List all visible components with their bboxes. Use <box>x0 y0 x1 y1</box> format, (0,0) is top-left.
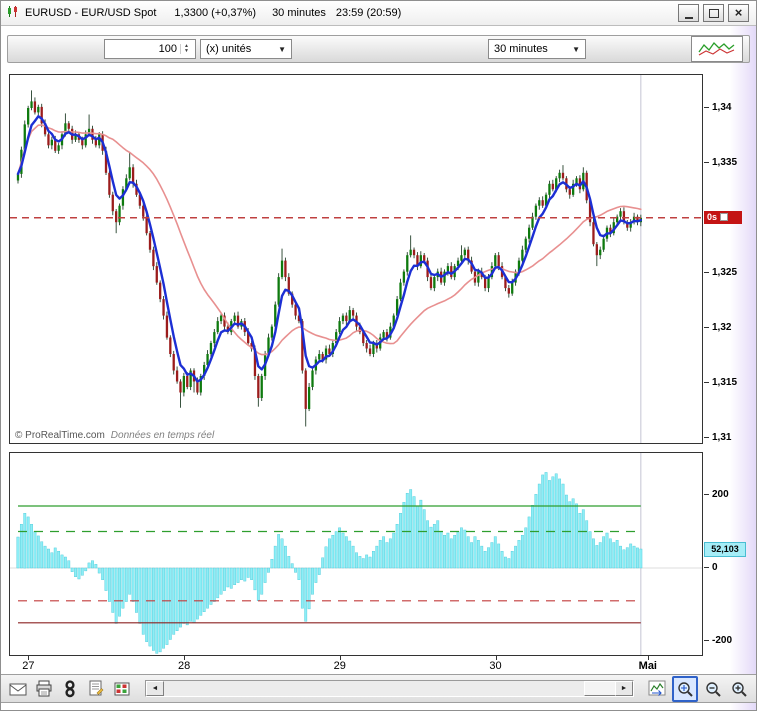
indicator-panel[interactable] <box>9 452 703 656</box>
watchlist-button[interactable] <box>111 678 133 700</box>
indicator-value-text: 52,103 <box>711 544 739 554</box>
trading-window: EURUSD - EUR/USD Spot 1,3300 (+0,37%) 30… <box>0 0 757 711</box>
zoom-out-icon <box>704 680 722 698</box>
app-icon <box>6 5 19 21</box>
price-axis-label: 1,32 <box>704 322 731 333</box>
price-axis: 0s 1,341,3351,331,3251,321,3151,31 <box>704 75 756 443</box>
table-icon <box>114 682 130 696</box>
zoom-in-button[interactable] <box>728 678 750 700</box>
timeframe-dropdown-value: 30 minutes <box>494 43 548 55</box>
time-axis-label: 29 <box>334 660 346 672</box>
chart-fit-icon <box>648 680 666 697</box>
window-title-symbol: EURUSD - EUR/USD Spot <box>25 7 156 19</box>
watermark-copyright: © ProRealTime.com <box>15 430 105 441</box>
time-axis-label: 28 <box>178 660 190 672</box>
time-axis-label: Mai <box>639 660 657 672</box>
auto-scale-button[interactable] <box>646 678 668 700</box>
indicator-axis-label: 200 <box>704 489 729 500</box>
last-price-badge-text: 0s <box>707 212 717 222</box>
price-axis-label: 1,315 <box>704 377 737 388</box>
quantity-input[interactable] <box>105 42 180 56</box>
scroll-left-button[interactable]: ◄ <box>146 681 164 696</box>
chart-region: © ProRealTime.com Données en temps réel 0… <box>1 74 756 678</box>
notes-button[interactable] <box>85 678 107 700</box>
zoom-in-icon <box>730 680 748 698</box>
price-axis-label: 1,335 <box>704 157 737 168</box>
minimize-icon <box>685 17 693 19</box>
print-icon <box>35 680 53 697</box>
window-title-time: 23:59 (20:59) <box>336 7 401 19</box>
stepper-down-icon: ▼ <box>184 49 189 54</box>
magnet-button[interactable] <box>59 678 81 700</box>
zoom-out-button[interactable] <box>702 678 724 700</box>
quantity-stepper[interactable]: ▲ ▼ <box>180 44 192 54</box>
restore-icon <box>709 9 719 18</box>
window-title-price: 1,3300 (+0,37%) <box>174 7 256 19</box>
quantity-field-wrap: ▲ ▼ <box>104 39 196 59</box>
watermark: © ProRealTime.com Données en temps réel <box>15 430 214 441</box>
last-price-badge: 0s <box>704 211 742 224</box>
minimize-button[interactable] <box>678 4 699 22</box>
mini-chart-icon <box>697 39 737 59</box>
title-bar: EURUSD - EUR/USD Spot 1,3300 (+0,37%) 30… <box>1 1 756 26</box>
window-controls: × <box>678 4 749 22</box>
indicator-chart-svg[interactable] <box>10 453 702 655</box>
scroll-right-button[interactable]: ► <box>615 681 633 696</box>
chart-style-button[interactable] <box>691 36 743 62</box>
horizontal-scrollbar[interactable]: ◄ ► <box>145 680 634 697</box>
bottom-toolbar: ◄ ► <box>1 674 756 703</box>
zoom-box-icon <box>676 680 694 698</box>
notes-icon <box>89 680 104 697</box>
watermark-note: Données en temps réel <box>111 430 214 441</box>
time-axis-label: 27 <box>22 660 34 672</box>
units-dropdown[interactable]: (x) unités ▼ <box>200 39 292 59</box>
badge-box-icon <box>720 213 728 221</box>
email-button[interactable] <box>7 678 29 700</box>
chevron-down-icon: ▼ <box>278 45 286 54</box>
price-axis-label: 1,325 <box>704 267 737 278</box>
indicator-axis: 52,103 200 0 -200 <box>704 453 756 655</box>
price-axis-label: 1,34 <box>704 102 731 113</box>
time-axis: 27 28 29 30 Mai <box>9 656 709 674</box>
chevron-down-icon: ▼ <box>572 45 580 54</box>
zoom-box-button[interactable] <box>672 676 698 702</box>
timeframe-dropdown[interactable]: 30 minutes ▼ <box>488 39 586 59</box>
top-toolbar: ▲ ▼ (x) unités ▼ 30 minutes ▼ <box>7 35 750 63</box>
magnet-icon <box>64 680 76 698</box>
units-dropdown-value: (x) unités <box>206 43 251 55</box>
indicator-value-badge: 52,103 <box>704 542 746 557</box>
indicator-axis-label: 0 <box>704 562 718 573</box>
close-button[interactable]: × <box>728 4 749 22</box>
price-axis-label: 1,31 <box>704 432 731 443</box>
price-chart-panel[interactable]: © ProRealTime.com Données en temps réel <box>9 74 703 444</box>
time-axis-label: 30 <box>489 660 501 672</box>
window-title-timeframe: 30 minutes <box>272 7 326 19</box>
email-icon <box>9 682 27 696</box>
indicator-axis-label: -200 <box>704 635 732 646</box>
scrollbar-thumb[interactable] <box>584 681 616 696</box>
print-button[interactable] <box>33 678 55 700</box>
close-icon: × <box>735 6 743 19</box>
restore-button[interactable] <box>703 4 724 22</box>
price-chart-svg[interactable] <box>10 75 702 443</box>
